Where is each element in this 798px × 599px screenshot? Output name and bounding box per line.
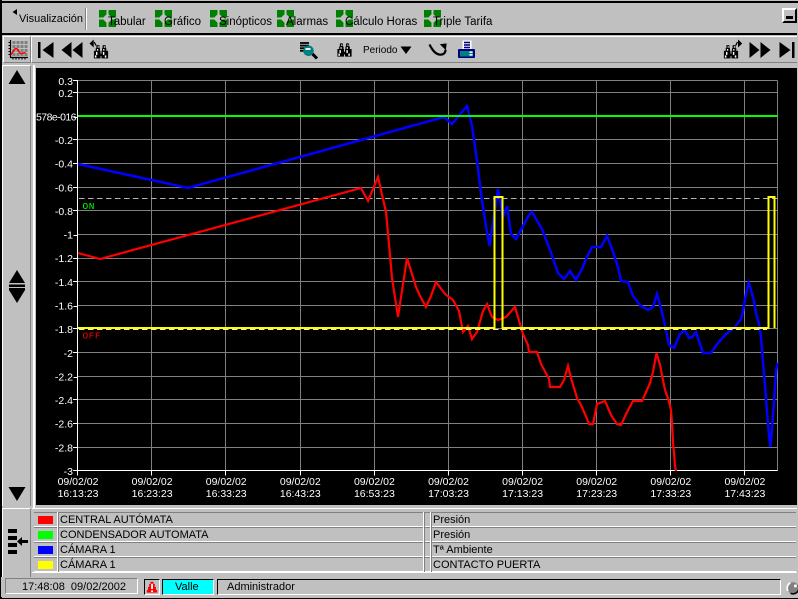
svg-text:-0.8: -0.8	[55, 206, 73, 218]
svg-text:-0.4: -0.4	[55, 159, 73, 171]
svg-text:-2.2: -2.2	[55, 371, 73, 383]
svg-text:-1.2: -1.2	[55, 253, 73, 265]
svg-text:-2.4: -2.4	[55, 395, 73, 407]
svg-text:09/02/02: 09/02/02	[576, 476, 617, 488]
svg-text:17:33:23: 17:33:23	[650, 488, 691, 500]
svg-text:17:13:23: 17:13:23	[502, 488, 543, 500]
svg-text:16:53:23: 16:53:23	[354, 488, 395, 500]
svg-text:-0.6: -0.6	[55, 182, 73, 194]
svg-text:-1.6: -1.6	[55, 301, 73, 313]
svg-text:09/02/02: 09/02/02	[650, 476, 691, 488]
svg-text:OFF: OFF	[83, 331, 102, 342]
svg-text:-1.8: -1.8	[55, 324, 73, 336]
svg-text:0.3: 0.3	[58, 76, 73, 88]
svg-text:17:03:23: 17:03:23	[428, 488, 469, 500]
svg-text:-1.4: -1.4	[55, 277, 73, 289]
svg-text:09/02/02: 09/02/02	[58, 476, 99, 488]
svg-text:09/02/02: 09/02/02	[280, 476, 321, 488]
svg-text:-1: -1	[64, 230, 73, 242]
svg-text:17:43:23: 17:43:23	[724, 488, 765, 500]
svg-text:ON: ON	[83, 201, 95, 212]
svg-text:16:33:23: 16:33:23	[206, 488, 247, 500]
svg-text:09/02/02: 09/02/02	[724, 476, 765, 488]
svg-text:-0.2: -0.2	[55, 135, 73, 147]
svg-text:578e-016: 578e-016	[36, 111, 77, 123]
svg-text:0.2: 0.2	[58, 88, 73, 100]
svg-text:-2.8: -2.8	[55, 442, 73, 454]
svg-text:-2: -2	[64, 348, 73, 360]
svg-text:16:13:23: 16:13:23	[58, 488, 99, 500]
svg-text:09/02/02: 09/02/02	[502, 476, 543, 488]
svg-text:16:43:23: 16:43:23	[280, 488, 321, 500]
svg-text:09/02/02: 09/02/02	[132, 476, 173, 488]
svg-text:-2.6: -2.6	[55, 419, 73, 431]
svg-text:09/02/02: 09/02/02	[206, 476, 247, 488]
svg-text:17:23:23: 17:23:23	[576, 488, 617, 500]
svg-text:09/02/02: 09/02/02	[354, 476, 395, 488]
svg-text:09/02/02: 09/02/02	[428, 476, 469, 488]
svg-text:16:23:23: 16:23:23	[132, 488, 173, 500]
